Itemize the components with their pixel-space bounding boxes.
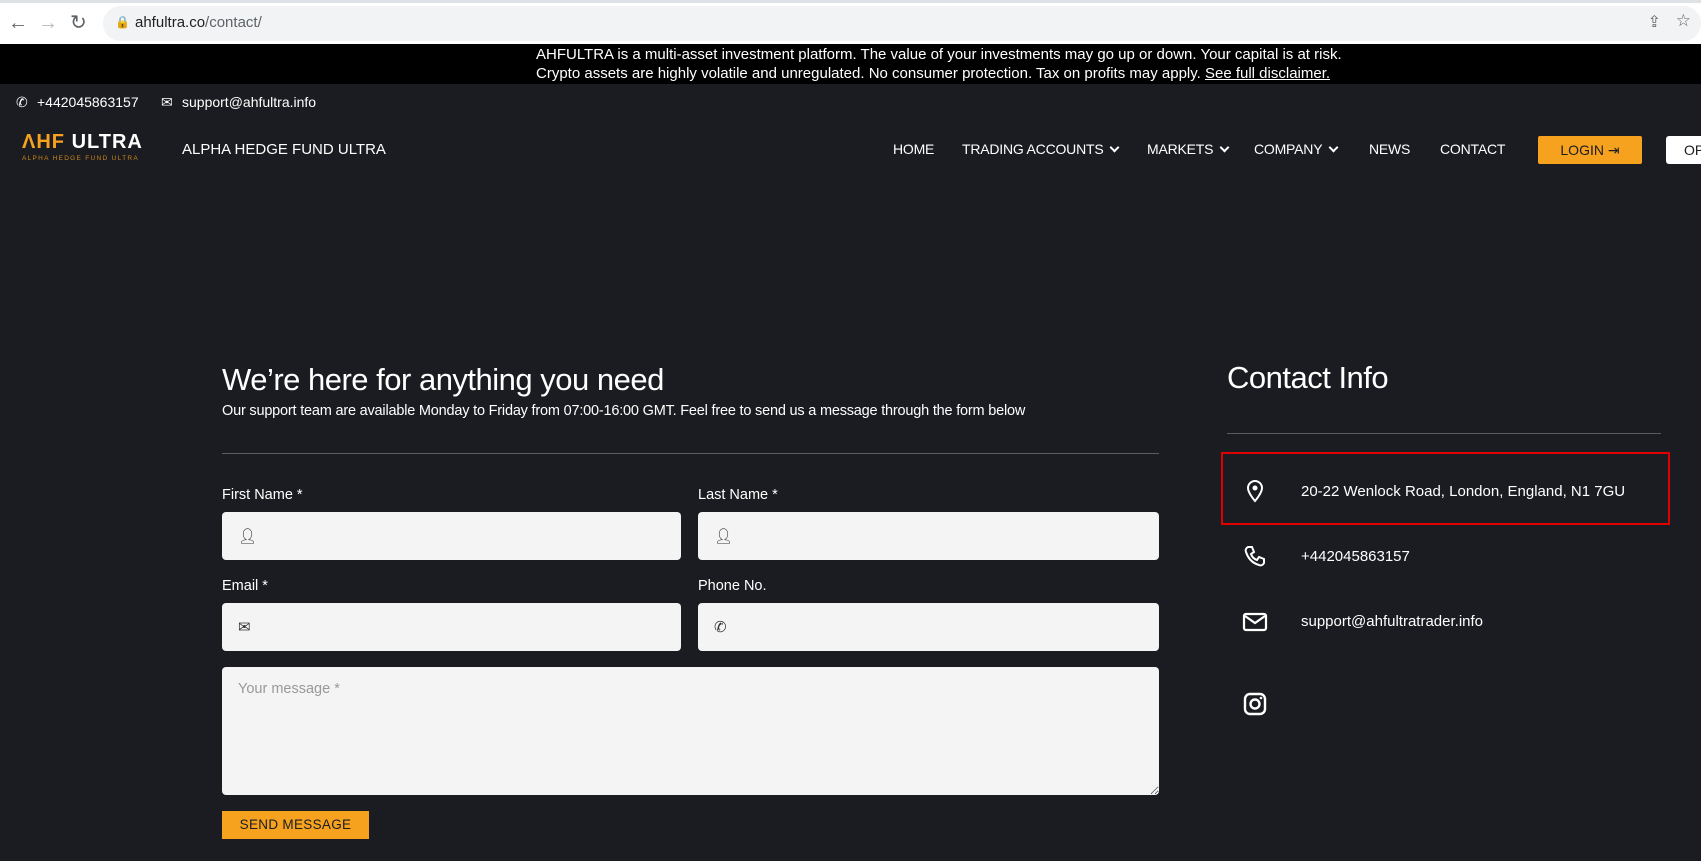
phone-label: Phone No. — [698, 578, 767, 594]
url-path: /contact/ — [205, 14, 262, 31]
envelope-icon: ✉ — [238, 619, 251, 636]
form-title: We’re here for anything you need — [222, 362, 664, 397]
message-textarea[interactable] — [222, 667, 1159, 795]
user-icon: 👤︎ — [238, 528, 258, 545]
banner-line-1: AHFULTRA is a multi-asset investment pla… — [536, 46, 1342, 63]
disclaimer-link[interactable]: See full disclaimer. — [1205, 65, 1330, 82]
lock-icon: 🔒 — [115, 15, 130, 29]
banner-line-2: Crypto assets are highly volatile and un… — [536, 64, 1701, 83]
email-input[interactable]: ✉ — [222, 603, 681, 651]
contact-phone[interactable]: +442045863157 — [1301, 548, 1410, 565]
logo-hf: HF — [36, 131, 66, 153]
form-divider — [222, 453, 1159, 454]
star-icon[interactable]: ☆ — [1676, 11, 1691, 31]
logo-tagline: ALPHA HEDGE FUND ULTRA — [22, 155, 139, 162]
envelope-icon — [1242, 612, 1268, 632]
send-message-button[interactable]: SEND MESSAGE — [222, 811, 369, 839]
login-button[interactable]: LOGIN ⇥ — [1538, 136, 1642, 164]
form-subtitle: Our support team are available Monday to… — [222, 403, 1026, 419]
mail-icon: ✉ — [161, 94, 173, 110]
reload-icon[interactable]: ↻ — [70, 12, 87, 34]
first-name-input[interactable]: 👤︎ — [222, 512, 681, 560]
phone-input[interactable]: ✆ — [698, 603, 1159, 651]
nav-home[interactable]: HOME — [893, 141, 934, 157]
forward-icon[interactable]: → — [38, 12, 58, 34]
contact-email[interactable]: support@ahfultratrader.info — [1301, 613, 1483, 630]
phone-icon: ✆ — [714, 619, 727, 636]
email-label: Email * — [222, 578, 268, 594]
instagram-icon[interactable] — [1240, 689, 1270, 719]
nav-markets[interactable]: MARKETS — [1147, 141, 1230, 157]
address-bar[interactable]: 🔒 ⇪ ☆ — [103, 6, 1701, 41]
phone-icon — [1244, 546, 1265, 567]
logo[interactable]: ΛHF ULTRA ALPHA HEDGE FUND ULTRA — [22, 131, 157, 167]
nav-trading-label: TRADING ACCOUNTS — [962, 141, 1104, 157]
user-icon: 👤︎ — [714, 528, 734, 545]
contact-divider — [1227, 433, 1661, 434]
open-account-button[interactable]: OPEN — [1666, 136, 1701, 164]
last-name-input[interactable]: 👤︎ — [698, 512, 1159, 560]
url-text[interactable]: ahfultra.co/contact/ — [135, 14, 262, 31]
login-icon: ⇥ — [1607, 142, 1620, 158]
chevron-down-icon — [1328, 142, 1339, 153]
contact-address: 20-22 Wenlock Road, London, England, N1 … — [1301, 483, 1626, 500]
risk-banner: AHFULTRA is a multi-asset investment pla… — [0, 44, 1701, 84]
login-label: LOGIN — [1560, 142, 1604, 158]
url-domain: ahfultra.co — [135, 14, 206, 31]
top-phone[interactable]: +442045863157 — [37, 94, 139, 110]
browser-toolbar: ← → ↻ 🔒 ⇪ ☆ ahfultra.co/contact/ — [0, 0, 1701, 44]
nav-company-label: COMPANY — [1254, 141, 1323, 157]
logo-ultra: ULTRA — [71, 131, 143, 153]
logo-a: Λ — [22, 131, 37, 153]
nav-trading-accounts[interactable]: TRADING ACCOUNTS — [962, 141, 1120, 157]
phone-icon: ✆ — [16, 94, 28, 110]
contact-info-title: Contact Info — [1227, 360, 1389, 395]
back-icon[interactable]: ← — [8, 12, 28, 34]
nav-markets-label: MARKETS — [1147, 141, 1214, 157]
location-pin-icon — [1246, 479, 1264, 503]
banner-line-2-text: Crypto assets are highly volatile and un… — [536, 65, 1201, 82]
nav-company[interactable]: COMPANY — [1254, 141, 1339, 157]
top-email[interactable]: support@ahfultra.info — [182, 94, 316, 110]
chevron-down-icon — [1110, 142, 1120, 153]
share-icon[interactable]: ⇪ — [1648, 12, 1661, 32]
last-name-label: Last Name * — [698, 487, 778, 503]
first-name-label: First Name * — [222, 487, 303, 503]
brand-name: ALPHA HEDGE FUND ULTRA — [182, 141, 386, 158]
nav-contact[interactable]: CONTACT — [1440, 141, 1505, 157]
chevron-down-icon — [1219, 142, 1230, 153]
nav-news[interactable]: NEWS — [1369, 141, 1410, 157]
